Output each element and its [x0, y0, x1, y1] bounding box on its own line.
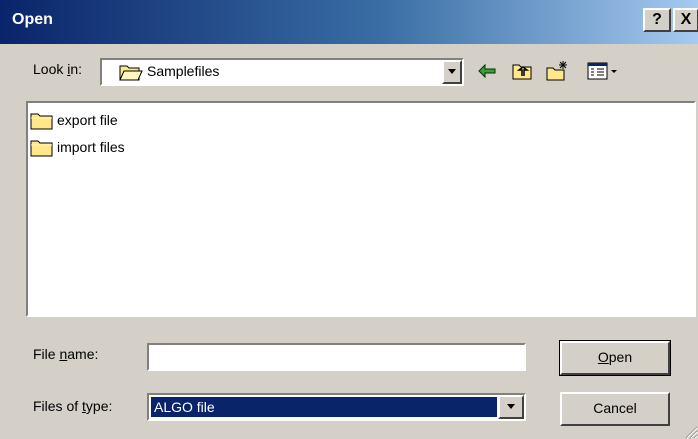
open-dialog: Open ? X Look in: Samplefiles export fil… — [0, 0, 698, 439]
open-button[interactable]: Open — [559, 340, 671, 376]
new-folder-button[interactable] — [545, 60, 569, 82]
folder-icon — [30, 140, 53, 157]
up-one-level-button[interactable] — [511, 60, 535, 82]
up-folder-icon — [512, 64, 532, 80]
chevron-down-icon — [507, 404, 515, 409]
file-list[interactable]: export file import files — [26, 101, 696, 317]
file-name-input[interactable] — [147, 343, 526, 371]
look-in-dropdown-button[interactable] — [442, 60, 462, 84]
help-icon: ? — [652, 11, 662, 28]
new-folder-icon — [546, 61, 567, 81]
files-of-type-label: Files of type: — [33, 398, 113, 414]
file-item-label: import files — [57, 139, 125, 155]
files-of-type-value: ALGO file — [150, 396, 498, 418]
folder-icon — [30, 113, 53, 130]
window-title: Open — [12, 11, 53, 28]
close-button[interactable]: X — [673, 8, 698, 32]
file-name-label: File name: — [33, 346, 99, 362]
look-in-combo[interactable]: Samplefiles — [100, 58, 464, 86]
close-icon: X — [680, 11, 692, 28]
files-of-type-dropdown-button[interactable] — [498, 395, 524, 419]
file-item-label: export file — [57, 112, 118, 128]
help-button[interactable]: ? — [643, 8, 671, 32]
look-in-label: Look in: — [33, 61, 83, 77]
files-of-type-combo[interactable]: ALGO file — [147, 393, 526, 421]
look-in-value: Samplefiles — [147, 63, 220, 79]
cancel-button[interactable]: Cancel — [560, 392, 670, 426]
back-arrow-icon — [478, 63, 496, 79]
open-folder-icon — [119, 63, 143, 84]
resize-grip-icon[interactable] — [684, 425, 698, 439]
back-button[interactable] — [476, 60, 500, 82]
chevron-down-icon — [448, 69, 456, 74]
view-menu-icon — [587, 62, 617, 80]
view-menu-button[interactable] — [586, 60, 622, 82]
title-bar[interactable]: Open ? X — [0, 0, 698, 44]
